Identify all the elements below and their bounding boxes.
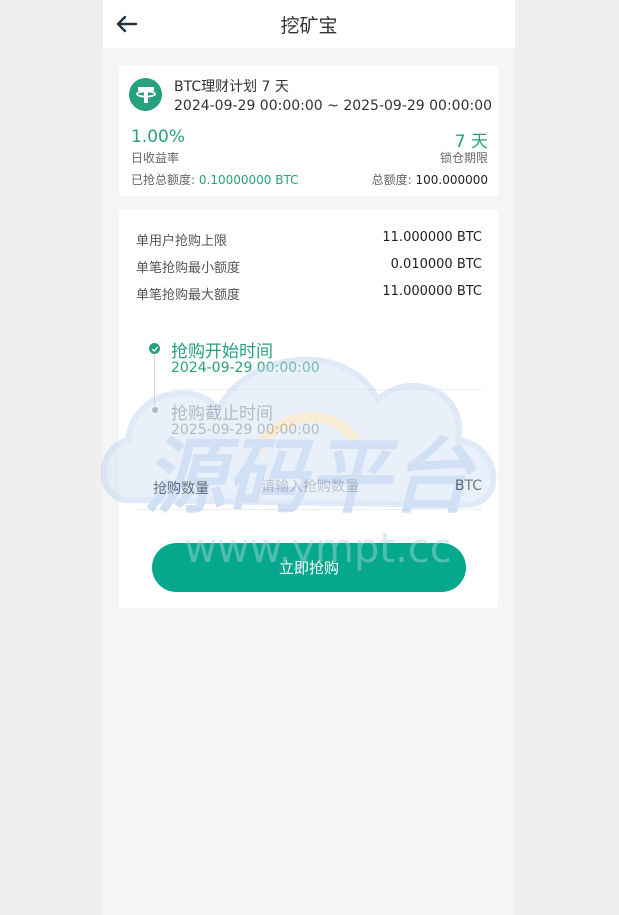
total-amount-label: 总额度:	[371, 173, 412, 187]
daily-rate-value: 1.00%	[131, 127, 186, 147]
start-time-value: 2024-09-29 00:00:00	[171, 360, 320, 376]
app-screen: 挖矿宝 BTC理财计划 7 天 2024-09-29 00:00:00 ~ 20…	[103, 0, 515, 915]
page-title: 挖矿宝	[280, 15, 338, 37]
end-time-value: 2025-09-29 00:00:00	[171, 422, 320, 438]
tether-logo-icon	[129, 78, 162, 111]
check-circle-icon	[149, 343, 160, 354]
end-time-title: 抢购截止时间	[171, 404, 273, 424]
sold-amount-label: 已抢总额度:	[131, 173, 196, 187]
limit-row-max: 单笔抢购最大额度 11.000000 BTC	[136, 284, 482, 303]
timeline-dot-icon	[152, 407, 158, 413]
limit-row-min: 单笔抢购最小额度 0.010000 BTC	[136, 257, 482, 276]
purchase-card: 单用户抢购上限 11.000000 BTC 单笔抢购最小额度 0.010000 …	[119, 209, 498, 608]
limit-value: 11.000000 BTC	[382, 284, 482, 299]
sold-amount-value: 0.10000000 BTC	[198, 173, 299, 187]
total-amount-value: 100.000000	[415, 173, 488, 187]
plan-date-range: 2024-09-29 00:00:00 ~ 2025-09-29 00:00:0…	[174, 98, 493, 114]
timeline-line	[154, 355, 155, 405]
limit-label: 单用户抢购上限	[136, 234, 228, 249]
buy-now-button[interactable]: 立即抢购	[152, 543, 466, 592]
quantity-unit: BTC	[454, 478, 482, 494]
lock-period-label: 锁仓期限	[439, 151, 488, 165]
plan-summary-card: BTC理财计划 7 天 2024-09-29 00:00:00 ~ 2025-0…	[119, 65, 498, 196]
plan-name: BTC理财计划 7 天	[174, 79, 289, 95]
limit-label: 单笔抢购最大额度	[136, 288, 241, 303]
quantity-label: 抢购数量	[153, 481, 209, 497]
limit-label: 单笔抢购最小额度	[136, 261, 241, 276]
limit-value: 0.010000 BTC	[390, 257, 482, 272]
top-bar: 挖矿宝	[103, 0, 515, 48]
limit-row-per-user: 单用户抢购上限 11.000000 BTC	[136, 230, 482, 249]
daily-rate-label: 日收益率	[131, 151, 180, 165]
quantity-input[interactable]	[261, 475, 441, 499]
total-amount: 总额度: 100.000000	[372, 171, 488, 188]
divider	[171, 389, 482, 390]
sold-amount: 已抢总额度: 0.10000000 BTC	[131, 171, 298, 188]
start-time-title: 抢购开始时间	[171, 342, 273, 362]
divider	[135, 509, 482, 510]
limit-value: 11.000000 BTC	[382, 230, 482, 245]
